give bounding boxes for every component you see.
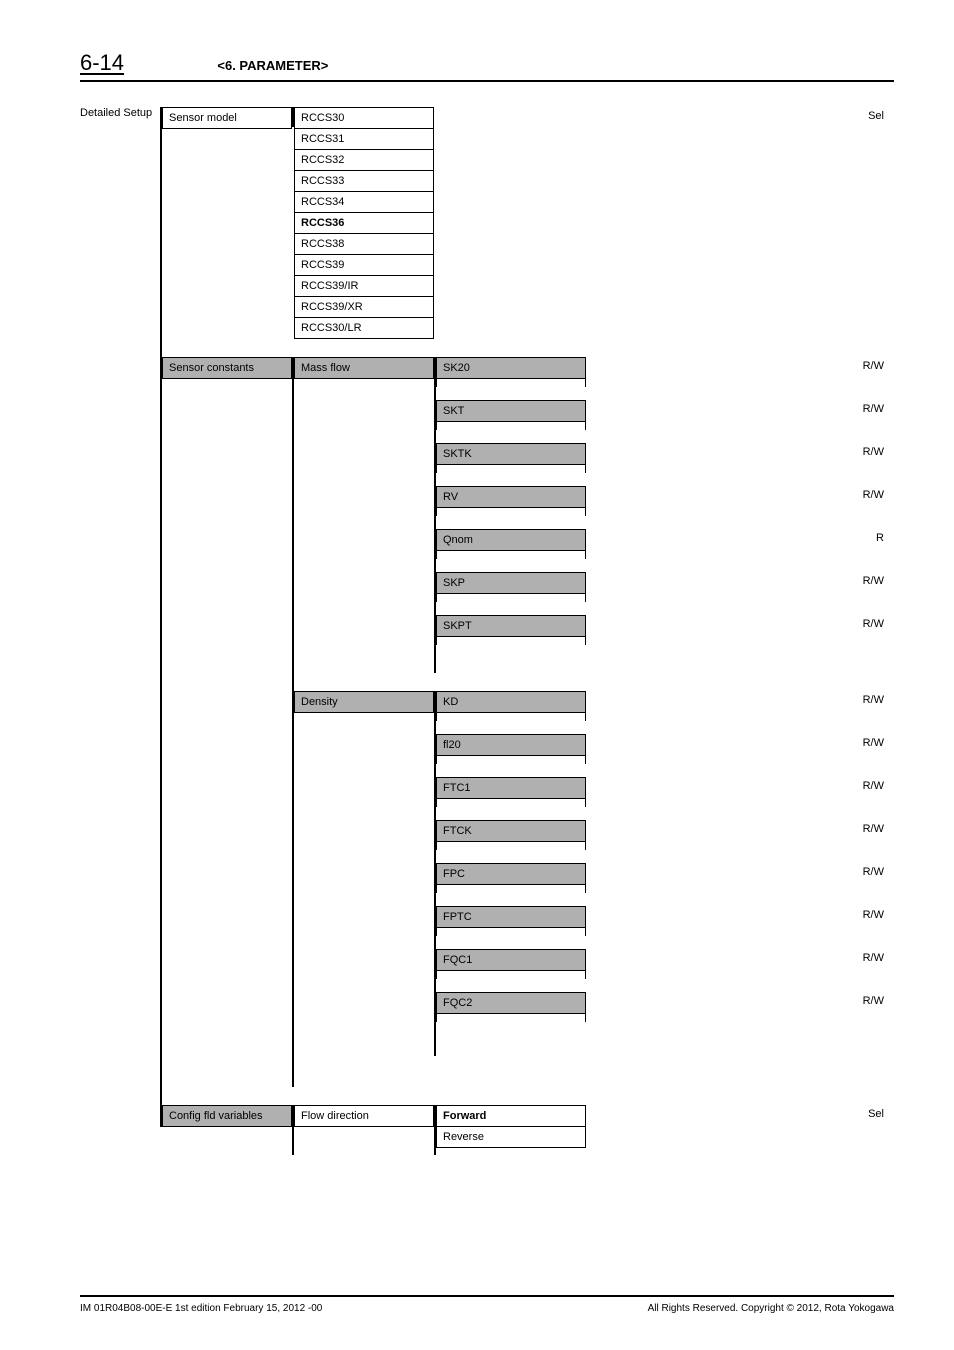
param-skpt: SKPT xyxy=(436,615,586,637)
option-reverse: Reverse xyxy=(437,1126,585,1147)
flow-direction-label: Flow direction xyxy=(294,1105,434,1127)
param-rv: RV xyxy=(436,486,586,508)
tree-root-label: Detailed Setup xyxy=(80,107,160,119)
option-rccs39xr: RCCS39/XR xyxy=(295,296,433,317)
option-rccs30: RCCS30 xyxy=(295,108,433,128)
param-fl20: fl20 xyxy=(436,734,586,756)
option-rccs33: RCCS33 xyxy=(295,170,433,191)
option-rccs30lr: RCCS30/LR xyxy=(295,317,433,338)
param-ftck: FTCK xyxy=(436,820,586,842)
option-rccs39: RCCS39 xyxy=(295,254,433,275)
footer-right: All Rights Reserved. Copyright © 2012, R… xyxy=(648,1303,894,1314)
option-rccs32: RCCS32 xyxy=(295,149,433,170)
param-fqc2: FQC2 xyxy=(436,992,586,1014)
sensor-model-access: Sel xyxy=(858,107,894,122)
param-fpc: FPC xyxy=(436,863,586,885)
access-fpc: R/W xyxy=(858,863,894,878)
access-fptc: R/W xyxy=(858,906,894,921)
param-kd: KD xyxy=(436,691,586,713)
access-fqc2: R/W xyxy=(858,992,894,1007)
parameter-tree: Detailed Setup Sensor model RCCS30 RCCS3… xyxy=(80,107,894,1155)
option-rccs34: RCCS34 xyxy=(295,191,433,212)
page-header: 6-14 <6. PARAMETER> xyxy=(80,50,894,82)
param-ftc1: FTC1 xyxy=(436,777,586,799)
option-rccs36: RCCS36 xyxy=(295,212,433,233)
flow-direction-options: Forward Reverse xyxy=(436,1105,586,1148)
access-skpt: R/W xyxy=(858,615,894,630)
param-qnom: Qnom xyxy=(436,529,586,551)
footer-left: IM 01R04B08-00E-E 1st edition February 1… xyxy=(80,1303,322,1314)
param-sktk: SKTK xyxy=(436,443,586,465)
access-kd: R/W xyxy=(858,691,894,706)
section-title: <6. PARAMETER> xyxy=(217,58,328,73)
access-fl20: R/W xyxy=(858,734,894,749)
access-skt: R/W xyxy=(858,400,894,415)
mass-flow-label: Mass flow xyxy=(294,357,434,379)
flow-direction-access: Sel xyxy=(858,1105,894,1120)
sensor-model-label: Sensor model xyxy=(162,107,292,129)
option-rccs31: RCCS31 xyxy=(295,128,433,149)
param-fqc1: FQC1 xyxy=(436,949,586,971)
access-fqc1: R/W xyxy=(858,949,894,964)
access-ftc1: R/W xyxy=(858,777,894,792)
access-ftck: R/W xyxy=(858,820,894,835)
sensor-model-options: RCCS30 RCCS31 RCCS32 RCCS33 RCCS34 RCCS3… xyxy=(294,107,434,339)
param-skt: SKT xyxy=(436,400,586,422)
config-fld-variables-label: Config fld variables xyxy=(162,1105,292,1127)
option-rccs38: RCCS38 xyxy=(295,233,433,254)
sensor-constants-label: Sensor constants xyxy=(162,357,292,379)
access-sktk: R/W xyxy=(858,443,894,458)
access-skp: R/W xyxy=(858,572,894,587)
option-rccs39ir: RCCS39/IR xyxy=(295,275,433,296)
param-sk20: SK20 xyxy=(436,357,586,379)
access-sk20: R/W xyxy=(858,357,894,372)
page-footer: IM 01R04B08-00E-E 1st edition February 1… xyxy=(80,1295,894,1314)
access-rv: R/W xyxy=(858,486,894,501)
access-qnom: R xyxy=(858,529,894,544)
param-fptc: FPTC xyxy=(436,906,586,928)
param-skp: SKP xyxy=(436,572,586,594)
option-forward: Forward xyxy=(437,1106,585,1126)
density-label: Density xyxy=(294,691,434,713)
page-number: 6-14 xyxy=(80,50,124,76)
